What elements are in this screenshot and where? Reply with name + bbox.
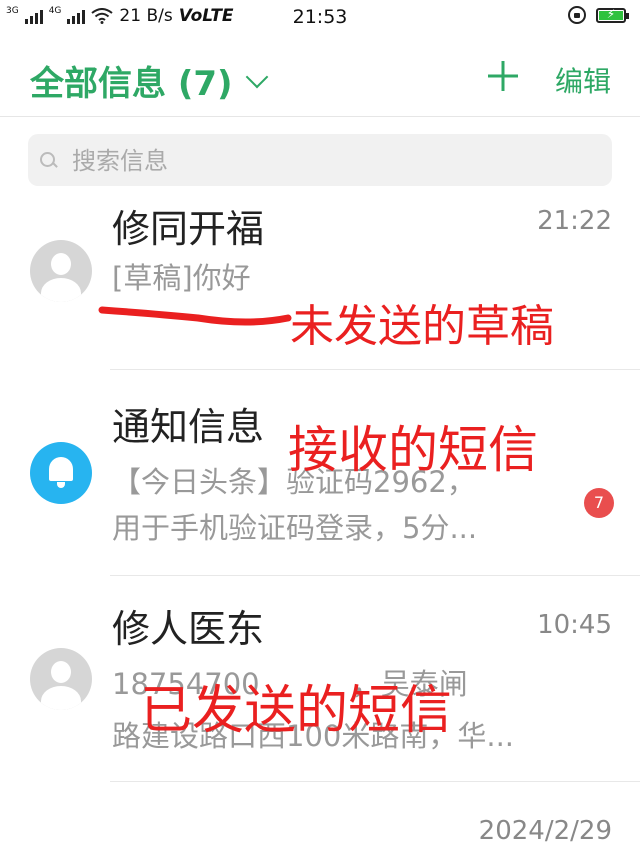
annotation-received: 接收的短信	[288, 421, 538, 479]
new-message-button[interactable]	[486, 54, 520, 103]
message-snippet-line2: 用于手机验证码登录，5分...	[112, 511, 478, 545]
notification-avatar	[30, 442, 92, 504]
conversation-item[interactable]: 通知信息 【今日头条】验证码2962， 用于手机验证码登录，5分... 7 接收…	[0, 372, 640, 576]
conversation-item[interactable]: 2024/2/29	[0, 784, 640, 855]
annotation-underline	[98, 306, 292, 326]
message-time: 2024/2/29	[478, 816, 612, 846]
clock: 21:53	[292, 6, 348, 28]
avatar	[30, 240, 92, 302]
divider	[110, 369, 640, 370]
battery-icon: ⚡	[596, 7, 629, 23]
unread-badge: 7	[584, 488, 614, 518]
search-input[interactable]	[70, 142, 594, 180]
status-bar: 3G 4G 21 B/s VoLTE 21:53 ⚡	[0, 0, 640, 36]
status-right: ⚡	[568, 6, 629, 24]
annotation-draft: 未发送的草稿	[290, 301, 554, 352]
contact-name: 修人医东	[112, 607, 265, 651]
avatar	[30, 648, 92, 710]
annotation-sent: 已发送的短信	[140, 681, 453, 741]
rotation-lock-icon	[568, 6, 586, 24]
folder-selector[interactable]: 全部信息 (7)	[30, 56, 268, 105]
contact-name: 修同开福	[112, 207, 265, 251]
page-title: 全部信息 (7)	[30, 64, 233, 104]
message-time: 21:22	[537, 206, 612, 236]
conversation-item[interactable]: 修人医东 10:45 18754700 ，吴泰闸 路建设路口西100米路南，华.…	[0, 578, 640, 782]
chevron-down-icon	[245, 65, 268, 88]
bell-icon	[49, 457, 73, 481]
edit-button[interactable]: 编辑	[555, 60, 611, 100]
divider	[110, 575, 640, 576]
divider	[110, 781, 640, 782]
message-time: 10:45	[537, 610, 612, 640]
app-header: 全部信息 (7) 编辑	[0, 40, 640, 117]
conversation-item[interactable]: 修同开福 21:22 [草稿]你好 未发送的草稿	[0, 190, 640, 370]
plus-icon	[488, 61, 518, 91]
search-bar[interactable]	[28, 134, 612, 186]
search-icon	[40, 152, 55, 167]
contact-name: 通知信息	[112, 405, 265, 449]
